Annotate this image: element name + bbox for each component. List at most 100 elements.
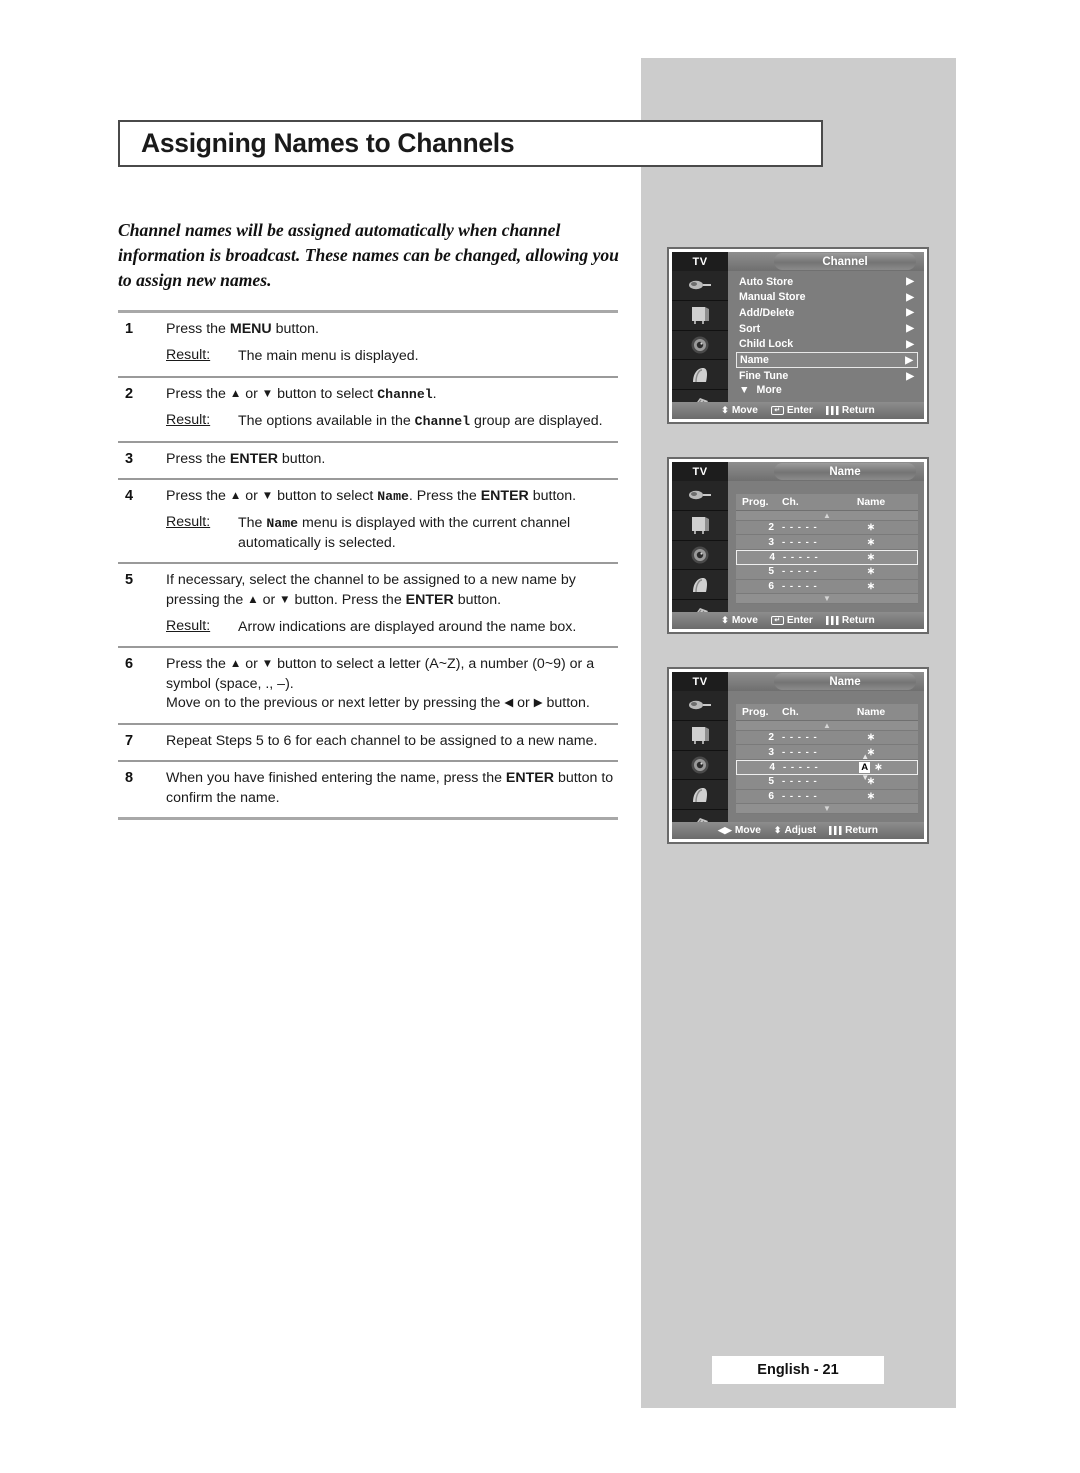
step-text: Press the ▲ or ▼ button to select Name. … (166, 488, 577, 505)
menu-item[interactable]: Manual Store ▶ (736, 290, 918, 306)
step-text: If necessary, select the channel to be a… (166, 572, 576, 608)
osd-menu-list: Auto Store ▶ Manual Store ▶ Add/Delete ▶… (728, 271, 924, 419)
sound-icon (672, 540, 728, 571)
table-row[interactable]: 3 - - - - - ∗ (736, 745, 918, 760)
antenna-icon (672, 271, 728, 301)
cell-name: ∗ (866, 732, 876, 744)
current-letter: A (859, 762, 871, 774)
osd-screenshot-name-edit: TV Name Prog. Ch. Name ▲ 2 - - - - - ∗ 3… (667, 667, 929, 844)
scroll-up-indicator[interactable]: ▲ (736, 511, 918, 521)
setup-icon (672, 360, 728, 391)
menu-more-row[interactable]: ▼ More (736, 384, 918, 396)
table-header: Prog. Ch. Name (736, 704, 918, 721)
enter-key-icon: ↵ (770, 406, 784, 415)
up-arrow-indicator-icon: ▲ (861, 752, 870, 762)
cell-prog: 6 (768, 580, 774, 592)
result-row: Result: The options available in the Cha… (166, 412, 618, 431)
table-row[interactable]: 6 - - - - - ∗ (736, 580, 918, 595)
cell-name: ∗ (866, 536, 876, 548)
osd-name-table: Prog. Ch. Name ▲ 2 - - - - - ∗ 3 - - - -… (728, 481, 924, 629)
osd-sidebar (672, 481, 728, 629)
letter-edit-cell[interactable]: ▲ A ▼ (859, 753, 874, 782)
setup-icon (672, 570, 728, 601)
menu-item-label: Manual Store (739, 291, 806, 304)
step-row: 4 Press the ▲ or ▼ button to select Name… (118, 480, 618, 562)
osd-titlebar: TV Name (672, 462, 924, 481)
step-text: Move on to the previous or next letter b… (166, 695, 590, 712)
menu-item[interactable]: Sort ▶ (736, 321, 918, 337)
step-number: 2 (125, 385, 134, 402)
table-row[interactable]: 2 - - - - - ∗ (736, 521, 918, 536)
footer-move: ⬍ Move (721, 615, 758, 626)
table-row[interactable]: 2 - - - - - ∗ (736, 731, 918, 746)
page-number-label: English - 21 (757, 1362, 839, 1378)
osd-footer-bar: ⬍ Move ↵ Enter Return (672, 402, 924, 419)
menu-item[interactable]: Fine Tune ▶ (736, 368, 918, 384)
osd-footer-bar: ⬍ Move ↵ Enter Return (672, 612, 924, 629)
menu-item-label: Add/Delete (739, 306, 795, 319)
cell-prog: 2 (768, 522, 774, 534)
table-row[interactable]: 5 - - - - - ∗ (736, 565, 918, 580)
table-row-selected[interactable]: 4 - - - - - ∗ (736, 549, 918, 566)
cell-name-edit[interactable]: ▲ A ▼ ∗ (845, 753, 911, 782)
chevron-right-icon: ▶ (906, 276, 914, 288)
chevron-down-icon: ▼ (739, 384, 750, 397)
menu-item-selected-name[interactable]: Name ▶ (736, 351, 918, 369)
result-text: Arrow indications are displayed around t… (238, 619, 577, 636)
osd-titlebar: TV Channel (672, 252, 924, 271)
step-text: Press the ENTER button. (166, 450, 326, 467)
footer-label: Return (845, 825, 878, 836)
up-down-arrow-icon: ⬍ (721, 615, 729, 625)
result-row: Result: Arrow indications are displayed … (166, 618, 618, 637)
menu-item[interactable]: Auto Store ▶ (736, 274, 918, 290)
page-title-box: Assigning Names to Channels (118, 120, 823, 167)
footer-label: Return (841, 405, 875, 416)
scroll-up-indicator[interactable]: ▲ (736, 721, 918, 731)
cell-prog: 3 (768, 746, 774, 758)
footer-adjust: ⬍ Adjust (774, 825, 816, 836)
table-row[interactable]: 3 - - - - - ∗ (736, 535, 918, 550)
menu-item-label: Fine Tune (739, 370, 789, 383)
step-number: 8 (125, 770, 134, 787)
name-table: Prog. Ch. Name ▲ 2 - - - - - ∗ 3 - - - -… (736, 494, 918, 605)
cell-ch: - - - - - (782, 580, 818, 592)
antenna-icon (672, 481, 728, 511)
chevron-right-icon: ▶ (906, 291, 914, 303)
result-label: Result: (166, 347, 211, 364)
intro-paragraph: Channel names will be assigned automatic… (118, 220, 619, 291)
osd-screenshot-name-list: TV Name Prog. Ch. Name ▲ 2 - - - - - ∗ 3… (667, 457, 929, 634)
cell-ch: - - - - - (782, 566, 818, 578)
osd-screenshot-channel-menu: TV Channel Auto Store ▶ Manual Store ▶ A… (667, 247, 929, 424)
scroll-down-indicator[interactable]: ▼ (736, 594, 918, 605)
table-row-selected[interactable]: 4 - - - - - ▲ A ▼ ∗ (736, 753, 918, 782)
cell-prog: 5 (768, 776, 774, 788)
table-row[interactable]: 6 - - - - - ∗ (736, 790, 918, 805)
table-row[interactable]: 5 - - - - - ∗ (736, 775, 918, 790)
menu-item[interactable]: Add/Delete ▶ (736, 305, 918, 321)
return-key-icon (825, 406, 839, 415)
cell-prog: 6 (768, 790, 774, 802)
chevron-right-icon: ▶ (906, 323, 914, 335)
footer-move: ◀▶ Move (718, 825, 761, 836)
column-header-prog: Prog. (742, 496, 769, 508)
cell-ch: - - - - - (782, 522, 818, 534)
result-text: The Name menu is displayed with the curr… (238, 515, 571, 551)
osd-source-label: TV (672, 672, 728, 691)
step-number: 4 (125, 488, 134, 505)
step-row: 3 Press the ENTER button. (118, 443, 618, 478)
step-number: 3 (125, 450, 134, 467)
footer-label: Move (734, 825, 761, 836)
scroll-down-indicator[interactable]: ▼ (736, 804, 918, 815)
cell-prog: 5 (768, 566, 774, 578)
menu-item[interactable]: Child Lock ▶ (736, 336, 918, 352)
result-text: The options available in the Channel gro… (238, 413, 603, 430)
result-row: Result: The main menu is displayed. (166, 347, 618, 366)
left-right-arrow-icon: ◀▶ (718, 825, 732, 835)
cell-name: ∗ (866, 746, 876, 758)
cell-ch: - - - - - (783, 552, 819, 564)
cell-name: ∗ (866, 776, 876, 788)
osd-title: Channel (774, 253, 916, 270)
footer-label: Move (731, 405, 758, 416)
chevron-right-icon: ▶ (906, 307, 914, 319)
footer-label: Enter (786, 615, 813, 626)
